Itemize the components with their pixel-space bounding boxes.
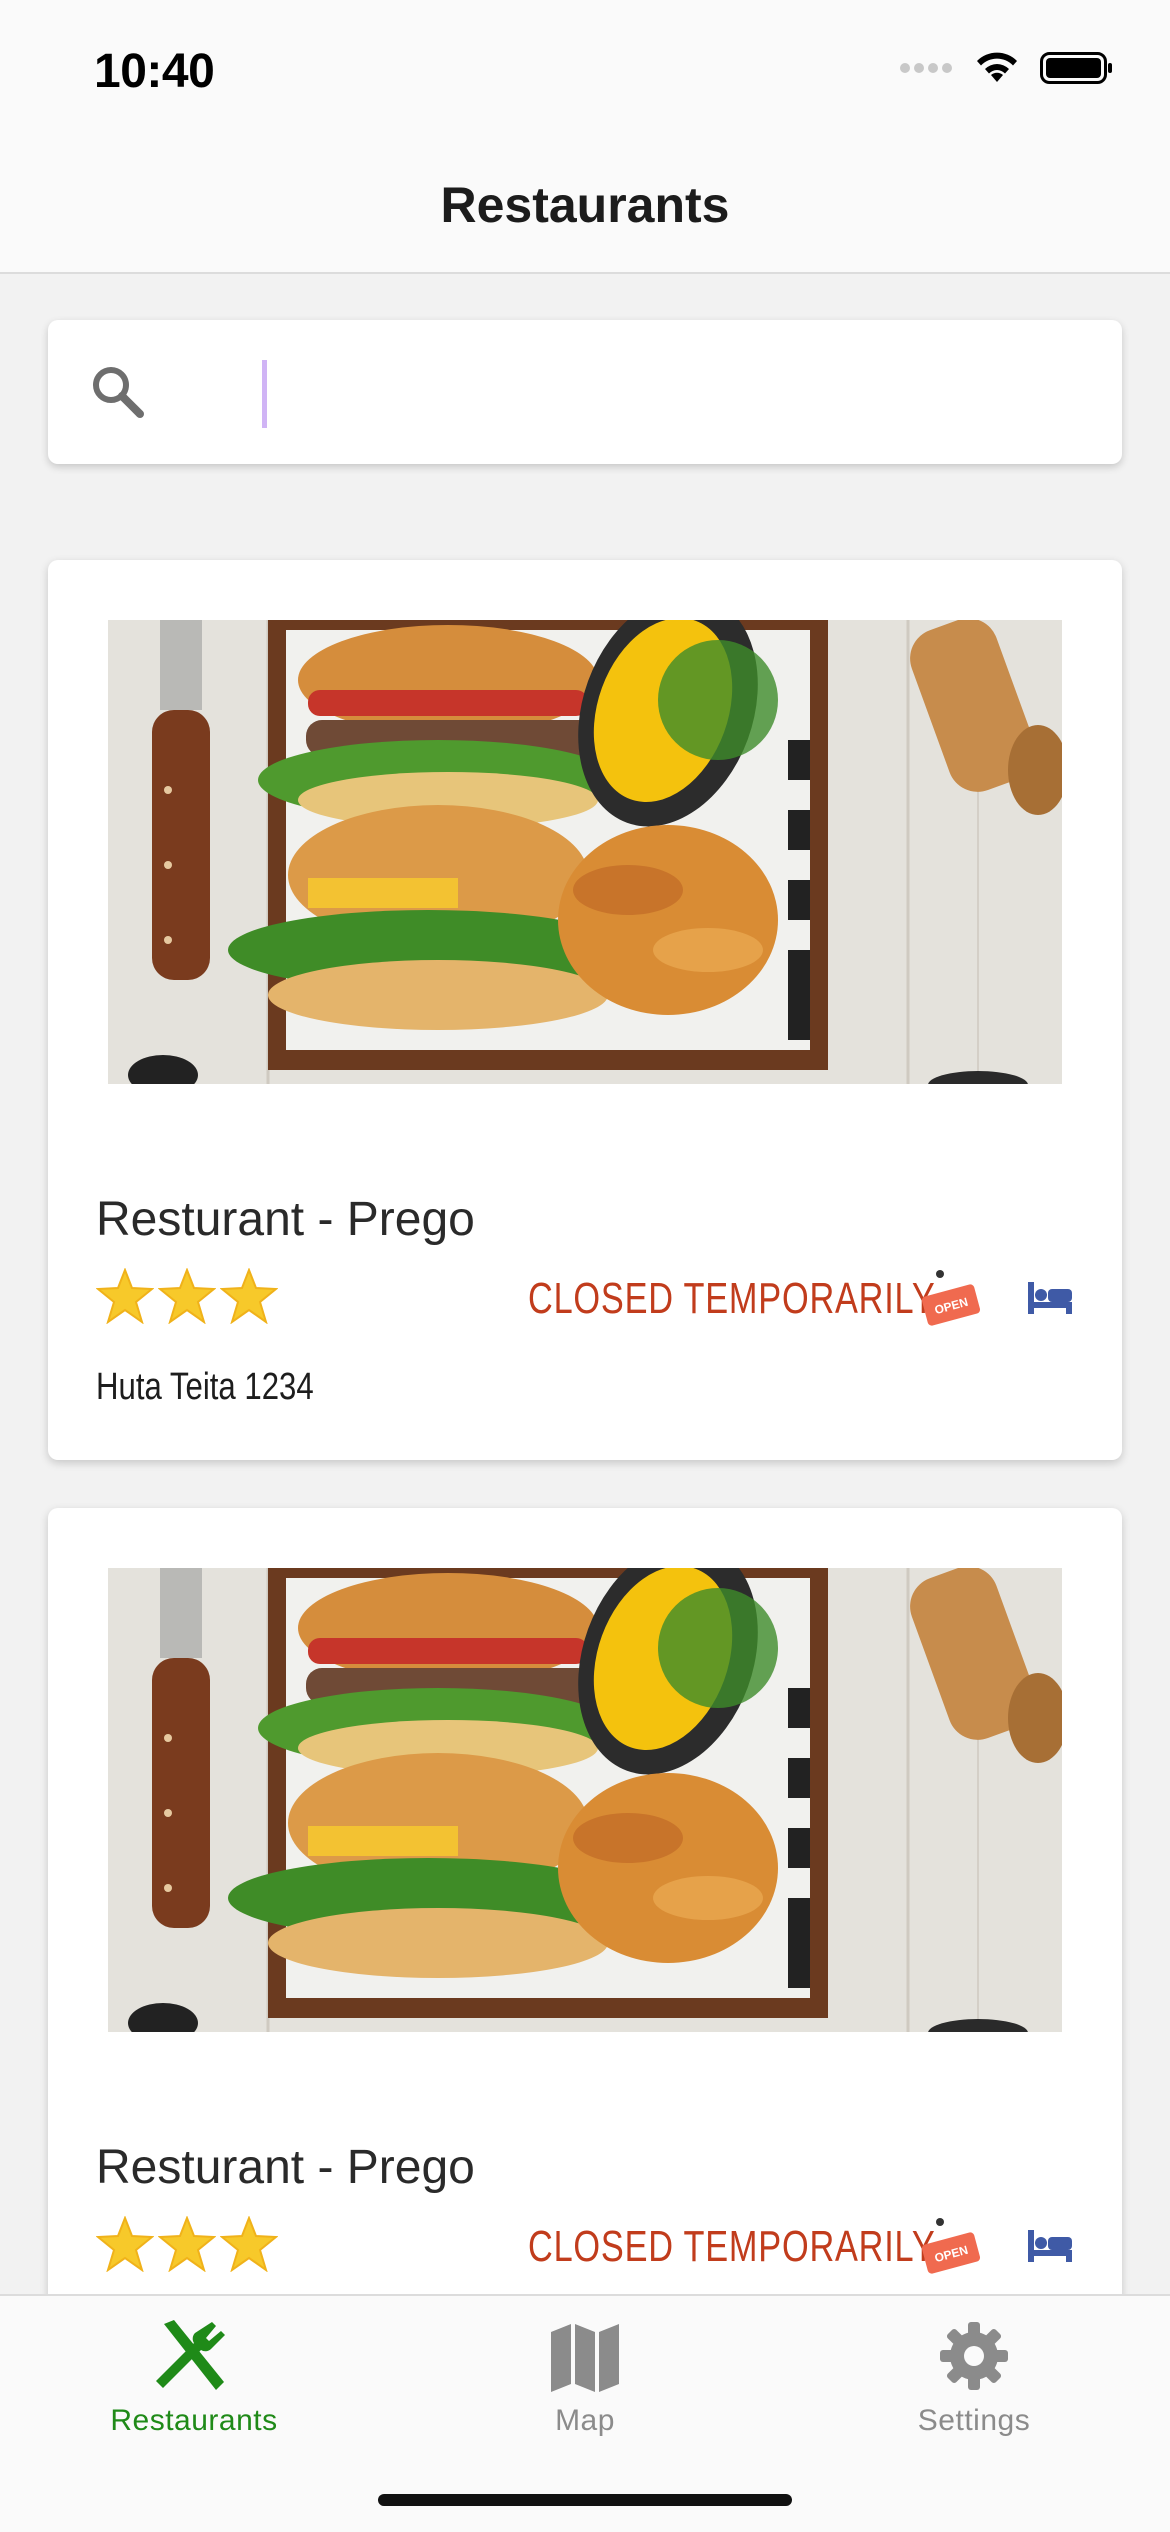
search-icon [93, 367, 144, 418]
status-icons [900, 50, 1114, 86]
restaurant-card[interactable]: Resturant - Prego CLOSED TEMPORARILY OPE… [48, 560, 1122, 1460]
star-icon [158, 1268, 216, 1324]
restaurant-card[interactable]: Resturant - Prego CLOSED TEMPORARILY OPE… [48, 1508, 1122, 2408]
restaurant-name: Resturant - Prego [96, 1193, 475, 1246]
bed-icon [1028, 1282, 1072, 1314]
star-icon [96, 1268, 154, 1324]
star-icon [220, 2216, 278, 2272]
star-icon [158, 2216, 216, 2272]
restaurant-address: Huta Teita 1234 [96, 1366, 314, 1408]
page-title: Restaurants [440, 177, 730, 233]
wifi-icon [977, 52, 1017, 82]
battery-icon [1040, 52, 1112, 84]
open-sign-icon: OPEN [921, 2218, 981, 2274]
tab-label: Restaurants [110, 2404, 278, 2437]
status-bar: 10:40 [0, 0, 1170, 140]
restaurant-name: Resturant - Prego [96, 2141, 475, 2194]
tab-label: Settings [917, 2404, 1031, 2437]
open-sign-icon: OPEN [921, 1270, 981, 1326]
status-label: CLOSED TEMPORARILY [528, 1274, 936, 1323]
bed-icon [1028, 2230, 1072, 2262]
tab-settings[interactable]: Settings [824, 2316, 1124, 2466]
restaurant-image [108, 620, 1062, 1084]
fork-knife-icon [156, 2320, 225, 2390]
tab-label: Map [555, 2404, 615, 2437]
star-icon [220, 1268, 278, 1324]
navigation-bar: Restaurants [0, 140, 1170, 274]
status-time: 10:40 [94, 45, 215, 98]
home-indicator[interactable] [378, 2494, 792, 2506]
rating-stars [96, 1268, 278, 1324]
gear-icon [940, 2322, 1008, 2390]
rating-stars [96, 2216, 278, 2272]
signal-dots-icon [900, 63, 952, 73]
star-icon [96, 2216, 154, 2272]
tab-map[interactable]: Map [435, 2316, 735, 2466]
status-label: CLOSED TEMPORARILY [528, 2222, 936, 2271]
search-input[interactable] [212, 350, 1072, 434]
map-icon [551, 2324, 619, 2392]
screen: 10:40 Restaurants Resturant - Prego CLOS… [0, 0, 1170, 2532]
tab-restaurants[interactable]: Restaurants [44, 2316, 344, 2466]
search-bar[interactable] [48, 320, 1122, 464]
restaurant-image [108, 1568, 1062, 2032]
